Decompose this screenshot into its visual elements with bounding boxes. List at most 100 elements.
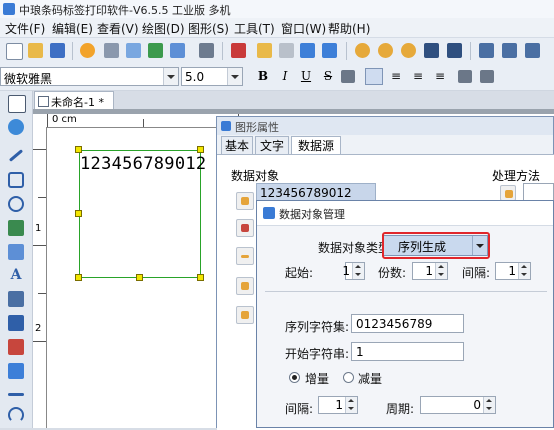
font-family-select[interactable]: 微软雅黑 xyxy=(0,67,179,86)
move-up-button[interactable] xyxy=(236,277,254,295)
start-stepper[interactable]: 1 xyxy=(342,262,365,280)
redo-icon[interactable] xyxy=(322,43,337,58)
zoom-in-icon[interactable] xyxy=(355,43,370,58)
delete-data-object-button[interactable] xyxy=(236,247,254,265)
arc-tool-icon[interactable] xyxy=(8,407,24,423)
rich-text-tool-icon[interactable] xyxy=(8,291,24,307)
align-left-icon[interactable] xyxy=(365,68,383,85)
paste-icon[interactable] xyxy=(279,43,294,58)
table-tool-icon[interactable] xyxy=(8,363,24,379)
add-data-object-button[interactable] xyxy=(236,192,254,210)
pointer-icon[interactable] xyxy=(8,95,26,113)
period-stepper[interactable]: 0 xyxy=(420,396,496,414)
underline-button[interactable]: U xyxy=(297,68,315,85)
format-toolbar: 微软雅黑 5.0 B I U S ≡ ≡ ≡ xyxy=(0,64,554,91)
resize-handle[interactable] xyxy=(136,274,143,281)
zoom-actual-icon[interactable] xyxy=(424,43,439,58)
increase-radio[interactable] xyxy=(289,372,300,383)
align-left-objects-icon[interactable] xyxy=(502,43,517,58)
tab-text[interactable]: 文字 xyxy=(255,136,289,154)
align-right-icon[interactable]: ≡ xyxy=(409,68,427,85)
decrease-label: 减量 xyxy=(358,372,383,386)
zoom-fit-icon[interactable] xyxy=(401,43,416,58)
menu-window[interactable]: 窗口(W) xyxy=(281,20,326,37)
decrease-radio[interactable] xyxy=(343,372,354,383)
undo-icon[interactable] xyxy=(300,43,315,58)
align-center-icon[interactable]: ≡ xyxy=(387,68,405,85)
bold-button[interactable]: B xyxy=(254,68,272,85)
spin-arrows-icon[interactable] xyxy=(435,263,447,279)
menu-file[interactable]: 文件(F) xyxy=(5,20,45,37)
document-tab[interactable]: 未命名-1 * xyxy=(34,91,114,109)
increase-label: 增量 xyxy=(305,372,330,386)
text-style-icon[interactable] xyxy=(341,70,355,83)
open-folder-icon[interactable] xyxy=(28,43,43,58)
align-top-objects-icon[interactable] xyxy=(525,43,540,58)
add-processing-button[interactable] xyxy=(500,185,516,201)
spin-arrows-icon[interactable] xyxy=(518,263,530,279)
new-file-icon[interactable] xyxy=(6,43,23,60)
menu-shape[interactable]: 图形(S) xyxy=(188,20,229,37)
zoom-out-icon[interactable] xyxy=(378,43,393,58)
start-label: 起始: xyxy=(285,266,314,280)
rotate-icon[interactable] xyxy=(8,119,24,135)
spin-arrows-icon[interactable] xyxy=(345,397,357,413)
edit-data-object-button[interactable] xyxy=(236,219,254,237)
resize-handle[interactable] xyxy=(75,146,82,153)
font-size-select[interactable]: 5.0 xyxy=(181,67,243,86)
step-stepper[interactable]: 1 xyxy=(318,396,358,414)
curve-tool-icon[interactable] xyxy=(8,393,24,396)
tab-data-source[interactable]: 数据源 xyxy=(291,136,341,154)
italic-button[interactable]: I xyxy=(276,68,294,85)
print-preview-icon[interactable] xyxy=(126,43,141,58)
text-tool-icon[interactable]: A xyxy=(8,267,24,283)
start-string-input[interactable]: 1 xyxy=(351,342,464,361)
picture-frame-icon[interactable] xyxy=(8,244,24,260)
zoom-page-icon[interactable] xyxy=(447,43,462,58)
resize-handle[interactable] xyxy=(75,210,82,217)
align-group-icon[interactable] xyxy=(479,43,494,58)
ruler-tick xyxy=(38,197,46,198)
tab-basic[interactable]: 基本 xyxy=(221,136,253,154)
sequence-charset-label: 序列字符集: xyxy=(285,320,350,334)
copies-label: 份数: xyxy=(378,266,407,280)
barcode-text-object[interactable]: 123456789012 xyxy=(80,154,215,174)
settings-gear-icon[interactable] xyxy=(80,43,95,58)
align-justify-icon[interactable]: ≡ xyxy=(431,68,449,85)
menu-tools[interactable]: 工具(T) xyxy=(234,20,275,37)
spin-arrows-icon[interactable] xyxy=(483,397,495,413)
resize-handle[interactable] xyxy=(197,146,204,153)
save-icon[interactable] xyxy=(50,43,65,58)
cut-icon[interactable] xyxy=(231,43,246,58)
line-tool-icon[interactable] xyxy=(8,149,24,162)
chevron-down-icon[interactable] xyxy=(163,68,178,85)
rectangle-tool-icon[interactable] xyxy=(8,172,24,188)
copies-stepper[interactable]: 1 xyxy=(412,262,448,280)
resize-handle[interactable] xyxy=(197,274,204,281)
line-spacing-icon[interactable] xyxy=(458,70,472,83)
start-string-value: 1 xyxy=(356,345,364,359)
menu-draw[interactable]: 绘图(D) xyxy=(142,20,185,37)
menu-help[interactable]: 帮助(H) xyxy=(328,20,370,37)
move-down-button[interactable] xyxy=(236,306,254,324)
start-string-label: 开始字符串: xyxy=(285,347,350,361)
barcode-tool-icon[interactable] xyxy=(8,315,24,331)
image-tool-icon[interactable] xyxy=(8,220,24,236)
database-settings-icon[interactable] xyxy=(170,43,185,58)
menu-view[interactable]: 查看(V) xyxy=(97,20,139,37)
spin-arrows-icon[interactable] xyxy=(352,263,364,279)
resize-handle[interactable] xyxy=(75,274,82,281)
arrow-up-icon xyxy=(241,282,249,290)
ellipse-tool-icon[interactable] xyxy=(8,196,24,212)
chevron-down-icon[interactable] xyxy=(227,68,242,85)
copy-icon[interactable] xyxy=(257,43,272,58)
menu-edit[interactable]: 编辑(E) xyxy=(52,20,93,37)
char-spacing-icon[interactable] xyxy=(480,70,494,83)
print-icon[interactable] xyxy=(104,43,119,58)
qrcode-tool-icon[interactable] xyxy=(8,339,24,355)
sequence-charset-input[interactable]: 0123456789 xyxy=(351,314,464,333)
grid-icon[interactable] xyxy=(199,43,214,58)
database-icon[interactable] xyxy=(148,43,163,58)
interval-stepper[interactable]: 1 xyxy=(495,262,531,280)
strikethrough-button[interactable]: S xyxy=(319,68,337,85)
